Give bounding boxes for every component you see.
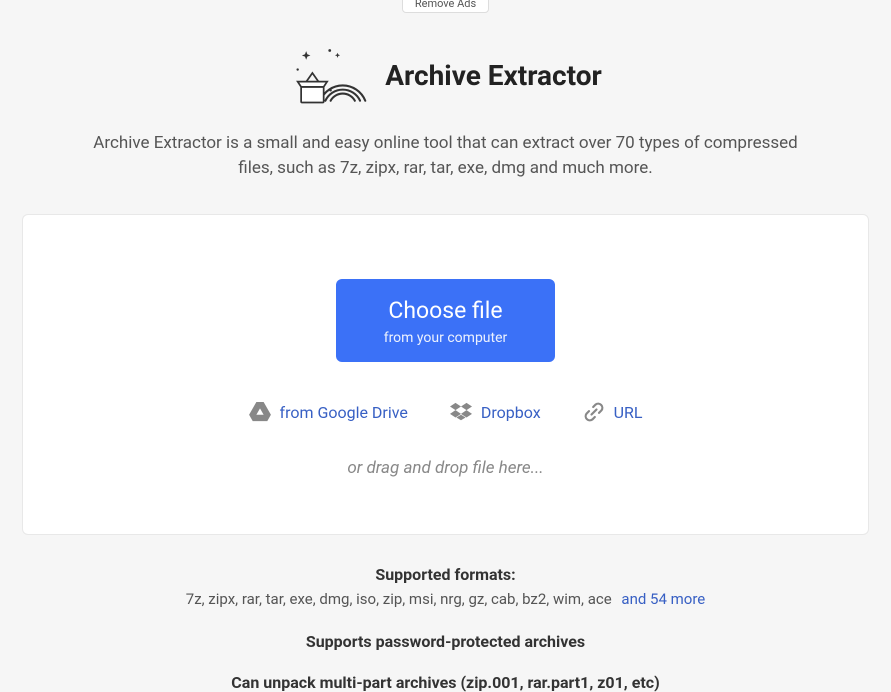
dropbox-label: Dropbox (481, 403, 541, 422)
page-description: Archive Extractor is a small and easy on… (86, 131, 806, 180)
url-label: URL (614, 403, 643, 422)
password-support-text: Supports password-protected archives (0, 632, 891, 651)
link-icon (583, 402, 605, 422)
supported-formats-list: 7z, zipx, rar, tar, exe, dmg, iso, zip, … (186, 590, 612, 608)
dropbox-button[interactable]: Dropbox (450, 402, 541, 422)
choose-file-sublabel: from your computer (384, 330, 508, 346)
page-header: Archive Extractor Archive Extractor is a… (0, 41, 891, 180)
more-formats-link[interactable]: and 54 more (621, 590, 705, 608)
footer-info: Supported formats: 7z, zipx, rar, tar, e… (0, 565, 891, 692)
supported-formats-heading: Supported formats: (0, 565, 891, 584)
google-drive-button[interactable]: from Google Drive (249, 402, 408, 422)
remove-ads-button[interactable]: Remove Ads (402, 0, 489, 13)
choose-file-label: Choose file (384, 297, 508, 324)
drag-drop-hint: or drag and drop file here... (63, 458, 828, 478)
page-title: Archive Extractor (385, 59, 602, 92)
multipart-support-text: Can unpack multi-part archives (zip.001,… (0, 673, 891, 692)
google-drive-icon (249, 402, 271, 422)
google-drive-label: from Google Drive (280, 403, 408, 422)
choose-file-button[interactable]: Choose file from your computer (336, 279, 556, 362)
upload-card: Choose file from your computer from Goog… (22, 214, 869, 535)
url-button[interactable]: URL (583, 402, 643, 422)
dropbox-icon (450, 402, 472, 422)
archive-rainbow-icon (289, 41, 367, 109)
